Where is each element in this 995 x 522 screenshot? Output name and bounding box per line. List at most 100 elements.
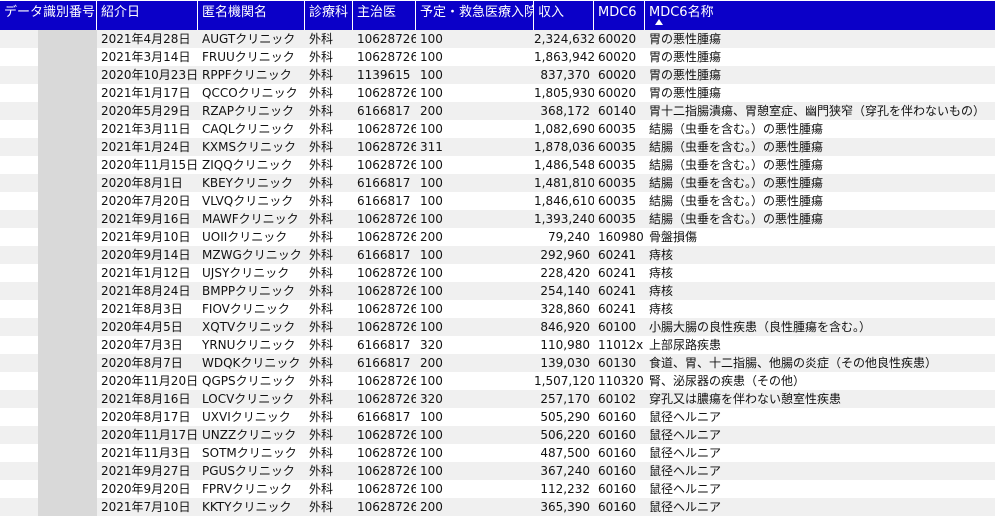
cell-income: 79,240 (548, 230, 590, 244)
redacted-id-mask (38, 282, 97, 300)
cell-institution: YRNUクリニック (202, 338, 296, 352)
table-row[interactable]: 2021年8月3日 FIOVクリニック 外科 10628726 100 328,860 60… (0, 300, 995, 318)
table-row[interactable]: 2021年1月24日 KXMSクリニック 外科 10628726 311 1,878,03… (0, 138, 995, 156)
cell-doctor: 6166817 (357, 248, 411, 262)
column-header-institution[interactable]: 匿名機関名 (198, 1, 305, 30)
cell-mdc6-name: 小腸大腸の良性疾患（良性腫瘍を含む。） (649, 320, 872, 334)
redacted-id-mask (38, 336, 97, 354)
table-row[interactable]: 2020年7月3日 YRNUクリニック 外科 6166817 320 110,980 110… (0, 336, 995, 354)
cell-department: 外科 (309, 302, 334, 316)
cell-mdc6: 11012x (598, 338, 644, 352)
table-row[interactable]: 2021年3月14日 FRUUクリニック 外科 10628726 100 1,863,94… (0, 48, 995, 66)
table-row[interactable]: 2020年9月14日 MZWGクリニック 外科 6166817 100 292,960 60… (0, 246, 995, 264)
cell-data-id (0, 354, 97, 372)
cell-mdc6-name: 上部尿路疾患 (649, 338, 722, 352)
table-row[interactable]: 2020年11月15日 ZIQQクリニック 外科 10628726 100 1,486,5… (0, 156, 995, 174)
cell-doctor: 6166817 (357, 410, 411, 424)
column-header-doctor[interactable]: 主治医 (353, 1, 416, 30)
table-row[interactable]: 2020年7月20日 VLVQクリニック 外科 6166817 100 1,846,610… (0, 192, 995, 210)
cell-income: 1,878,036 (534, 140, 594, 154)
cell-income: 139,030 (540, 356, 590, 370)
column-header-mdc6-name[interactable]: MDC6名称 (645, 1, 995, 30)
redacted-id-mask (38, 444, 97, 462)
cell-department: 外科 (309, 212, 334, 226)
cell-department: 外科 (309, 500, 334, 514)
cell-department: 外科 (309, 176, 334, 190)
cell-mdc6: 60035 (598, 176, 637, 190)
table-row[interactable]: 2021年1月17日 QCCOクリニック 外科 10628726 100 1,805,93… (0, 84, 995, 102)
cell-data-id (0, 498, 97, 516)
cell-admission-type: 100 (420, 68, 443, 82)
table-row[interactable]: 2020年4月5日 XQTVクリニック 外科 10628726 100 846,920 60… (0, 318, 995, 336)
cell-department: 外科 (309, 104, 334, 118)
table-row[interactable]: 2021年9月16日 MAWFクリニック 外科 10628726 100 1,393,24… (0, 210, 995, 228)
cell-institution: AUGTクリニック (202, 32, 296, 46)
column-header-department[interactable]: 診療科 (305, 1, 353, 30)
sort-ascending-icon[interactable] (655, 19, 663, 25)
cell-institution: KXMSクリニック (202, 140, 297, 154)
redacted-id-mask (38, 246, 97, 264)
table-row[interactable]: 2020年10月23日 RPPFクリニック 外科 1139615 100 837,370 6… (0, 66, 995, 84)
cell-department: 外科 (309, 482, 334, 496)
cell-department: 外科 (309, 374, 334, 388)
table-row[interactable]: 2021年4月28日 AUGTクリニック 外科 10628726 100 2,324,63… (0, 30, 995, 48)
cell-mdc6-name: 鼠径ヘルニア (649, 428, 722, 442)
cell-mdc6-name: 鼠径ヘルニア (649, 482, 722, 496)
cell-admission-type: 320 (420, 338, 443, 352)
cell-data-id (0, 120, 97, 138)
cell-data-id (0, 30, 97, 48)
redacted-id-mask (38, 264, 97, 282)
redacted-id-mask (38, 66, 97, 84)
cell-referral-date: 2021年1月12日 (101, 266, 191, 280)
cell-institution: UXVIクリニック (202, 410, 291, 424)
cell-referral-date: 2020年11月17日 (101, 428, 198, 442)
column-header-admission-type[interactable]: 予定・救急医療入院 (416, 1, 534, 30)
table-row[interactable]: 2021年7月10日 KKTYクリニック 外科 10628726 200 365,390 6… (0, 498, 995, 516)
column-header-data-id[interactable]: データ識別番号 (0, 1, 97, 30)
table-row[interactable]: 2021年9月27日 PGUSクリニック 外科 10628726 100 367,240 6… (0, 462, 995, 480)
cell-department: 外科 (309, 356, 334, 370)
table-row[interactable]: 2020年8月7日 WDQKクリニック 外科 6166817 200 139,030 601… (0, 354, 995, 372)
cell-admission-type: 100 (420, 446, 443, 460)
table-row[interactable]: 2021年11月3日 SOTMクリニック 外科 10628726 100 487,500 6… (0, 444, 995, 462)
table-row[interactable]: 2021年9月10日 UOIIクリニック 外科 10628726 200 79,240 16… (0, 228, 995, 246)
cell-institution: KBEYクリニック (202, 176, 294, 190)
column-header-income[interactable]: 収入 (534, 1, 594, 30)
cell-institution: UOIIクリニック (202, 230, 288, 244)
cell-institution: FIOVクリニック (202, 302, 290, 316)
table-row[interactable]: 2020年11月17日 UNZZクリニック 外科 10628726 100 506,220… (0, 426, 995, 444)
column-header-mdc6[interactable]: MDC6 (594, 1, 645, 30)
cell-referral-date: 2020年5月29日 (101, 104, 191, 118)
cell-mdc6-name: 食道、胃、十二指腸、他腸の炎症（その他良性疾患） (649, 356, 938, 370)
table-row[interactable]: 2021年1月12日 UJSYクリニック 外科 10628726 100 228,420 6… (0, 264, 995, 282)
table-row[interactable]: 2020年8月17日 UXVIクリニック 外科 6166817 100 505,290 60… (0, 408, 995, 426)
table-row[interactable]: 2021年8月24日 BMPPクリニック 外科 10628726 100 254,140 6… (0, 282, 995, 300)
cell-referral-date: 2021年1月17日 (101, 86, 191, 100)
cell-income: 254,140 (540, 284, 590, 298)
cell-income: 1,863,942 (534, 50, 594, 64)
cell-institution: CAQLクリニック (202, 122, 295, 136)
table-row[interactable]: 2020年11月20日 QGPSクリニック 外科 10628726 100 1,507,1… (0, 372, 995, 390)
table-row[interactable]: 2020年8月1日 KBEYクリニック 外科 6166817 100 1,481,810 6… (0, 174, 995, 192)
cell-referral-date: 2020年7月3日 (101, 338, 183, 352)
column-header-referral-date[interactable]: 紹介日 (97, 1, 198, 30)
cell-referral-date: 2021年4月28日 (101, 32, 191, 46)
redacted-id-mask (38, 498, 97, 516)
cell-mdc6: 60035 (598, 158, 637, 172)
redacted-id-mask (38, 192, 97, 210)
table-body: 2021年4月28日 AUGTクリニック 外科 10628726 100 2,324,63… (0, 30, 995, 516)
cell-institution: UNZZクリニック (202, 428, 297, 442)
cell-institution: RZAPクリニック (202, 104, 295, 118)
cell-mdc6: 60241 (598, 248, 637, 262)
cell-referral-date: 2021年9月16日 (101, 212, 191, 226)
table-row[interactable]: 2021年8月16日 LOCVクリニック 外科 10628726 320 257,170 6… (0, 390, 995, 408)
table-row[interactable]: 2020年9月20日 FPRVクリニック 外科 10628726 100 112,232 6… (0, 480, 995, 498)
cell-institution: RPPFクリニック (202, 68, 292, 82)
cell-department: 外科 (309, 32, 334, 46)
cell-data-id (0, 66, 97, 84)
cell-income: 1,805,930 (534, 86, 594, 100)
cell-referral-date: 2021年8月24日 (101, 284, 191, 298)
table-row[interactable]: 2021年3月11日 CAQLクリニック 外科 10628726 100 1,082,69… (0, 120, 995, 138)
cell-referral-date: 2020年9月20日 (101, 482, 191, 496)
table-row[interactable]: 2020年5月29日 RZAPクリニック 外科 6166817 200 368,172 60… (0, 102, 995, 120)
